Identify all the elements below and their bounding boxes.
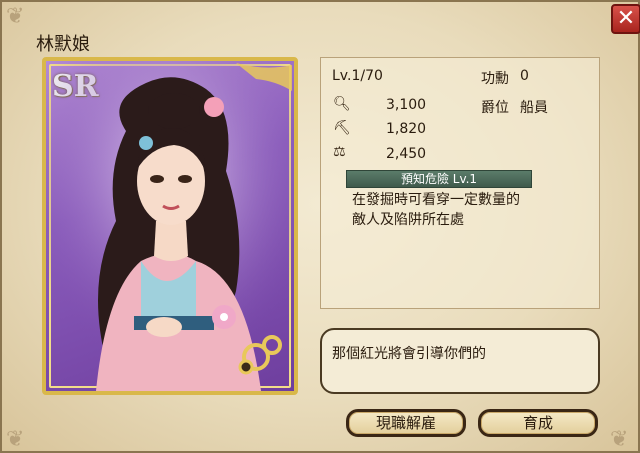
attack-value: 3,100	[386, 97, 427, 113]
character-detail-panel: ❦ ❦ ❦ ✕ 林默娘 SR	[0, 0, 640, 453]
character-card: SR	[42, 57, 298, 395]
character-name: 林默娘	[36, 34, 90, 55]
skill-description-line: 在發掘時可看穿一定數量的	[352, 192, 520, 208]
magnifier-icon: 🔍︎	[333, 96, 351, 112]
dismiss-button[interactable]: 現職解雇	[346, 409, 466, 437]
dialog-text: 那個紅光將會引導你們的	[332, 346, 486, 362]
skill-name-bar: 預知危險 Lv.1	[346, 170, 532, 188]
speed-value: 2,450	[386, 146, 427, 162]
train-button[interactable]: 育成	[478, 409, 598, 437]
merit-value: 0	[520, 68, 529, 84]
corner-ornament-icon: ❦	[610, 427, 629, 452]
merit-label: 功勳	[481, 71, 509, 87]
rank-label: 爵位	[481, 100, 509, 116]
defense-value: 1,820	[386, 121, 427, 137]
skill-description: 在發掘時可看穿一定數量的 敵人及陷阱所在處	[352, 190, 552, 230]
character-portrait	[46, 61, 294, 391]
corner-ornament-icon: ❦	[6, 4, 25, 29]
pickaxe-icon: ⛏︎	[333, 120, 351, 136]
rank-value: 船員	[520, 100, 548, 116]
level-text: Lv.1/70	[332, 68, 383, 84]
balance-icon: ⚖︎	[333, 144, 346, 160]
close-button[interactable]: ✕	[611, 4, 640, 34]
corner-ornament-icon: ❦	[6, 427, 25, 452]
skill-description-line: 敵人及陷阱所在處	[352, 212, 464, 228]
